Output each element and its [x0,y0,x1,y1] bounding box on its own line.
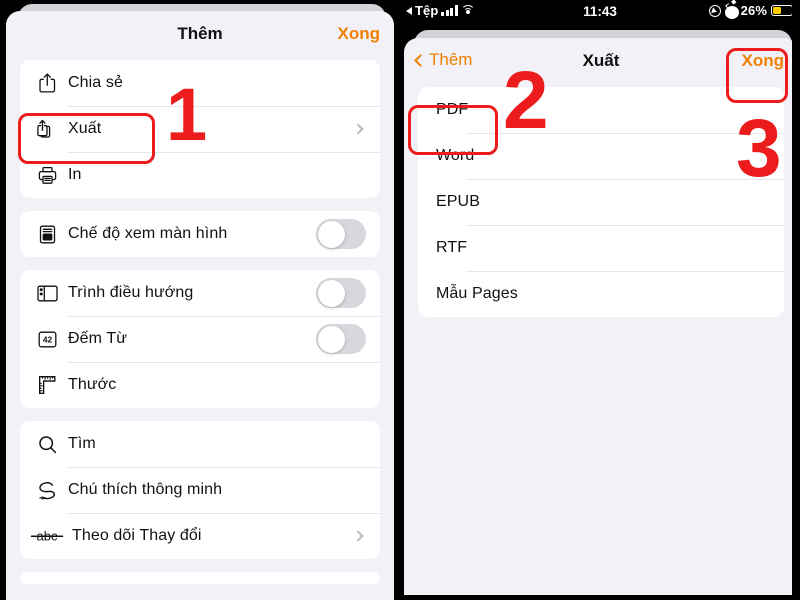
list-group-tools: Trình điều hướng 42 Đếm Từ Thước [20,270,380,408]
smart-annotation-icon [34,481,60,500]
annotation-box-xuat [18,113,155,164]
row-label: Chú thích thông minh [68,481,223,498]
list-group-find: Tìm Chú thích thông minh abc Theo dõi Th… [20,421,380,559]
annotation-number-1: 1 [166,73,208,156]
share-icon [34,73,60,93]
left-done-button[interactable]: Xong [338,24,381,44]
ruler-icon [34,375,60,395]
status-bar-right: 26% [708,3,796,19]
row-label: RTF [436,239,468,256]
row-dem-tu[interactable]: 42 Đếm Từ [20,316,380,362]
frame-edge-right [792,0,800,600]
list-group-partial [20,572,380,584]
row-che-do-xem-man-hinh[interactable]: Chế độ xem màn hình [20,211,380,257]
toggle-che-do-xem-man-hinh[interactable] [316,219,366,249]
row-label: Thước [68,376,117,393]
battery-icon [771,5,796,16]
row-theo-doi-thay-doi[interactable]: abc Theo dõi Thay đổi [20,513,380,559]
left-navbar: Thêm Xong [6,11,394,60]
annotation-box-pdf [408,105,498,155]
word-count-icon: 42 [34,331,60,348]
location-arrow-icon [708,4,721,17]
row-label: Đếm Từ [68,330,128,347]
status-time: 11:43 [583,4,617,19]
row-chu-thich-thong-minh[interactable]: Chú thích thông minh [20,467,380,513]
row-label: Theo dõi Thay đổi [72,527,202,544]
row-mau-pages[interactable]: Mẫu Pages [418,271,784,317]
navigator-icon [34,285,60,302]
row-tim[interactable]: Tìm [20,421,380,467]
row-label: Mẫu Pages [436,285,518,302]
row-label: Tìm [68,435,96,452]
row-thuoc[interactable]: Thước [20,362,380,408]
row-label: Trình điều hướng [68,284,194,301]
list-group-view-mode: Chế độ xem màn hình [20,211,380,257]
frame-edge-bottom [400,595,800,600]
row-label: Chia sẻ [68,74,123,91]
battery-percent-label: 26% [740,3,767,18]
chevron-right-icon [352,123,364,135]
chevron-right-icon [352,530,364,542]
row-epub[interactable]: EPUB [418,179,784,225]
toggle-dem-tu[interactable] [316,324,366,354]
track-changes-icon: abc [30,528,64,544]
annotation-number-3: 3 [736,103,782,194]
toggle-trinh-dieu-huong[interactable] [316,278,366,308]
document-view-icon [34,225,60,244]
annotation-box-xong [726,48,788,103]
alarm-clock-icon [724,5,739,19]
search-icon [34,435,60,454]
ios-status-bar: Tệp 11:43 26% [400,0,800,28]
annotation-number-2: 2 [503,55,549,146]
row-label: Chế độ xem màn hình [68,225,228,242]
row-label: EPUB [436,193,480,210]
row-label: In [68,166,82,183]
screenshot-root: Thêm Xong Chia sẻ Xuất In Chế độ xem màn… [0,0,800,600]
left-nav-title: Thêm [177,24,223,43]
row-rtf[interactable]: RTF [418,225,784,271]
row-trinh-dieu-huong[interactable]: Trình điều hướng [20,270,380,316]
print-icon [34,166,60,185]
svg-text:42: 42 [42,334,52,344]
